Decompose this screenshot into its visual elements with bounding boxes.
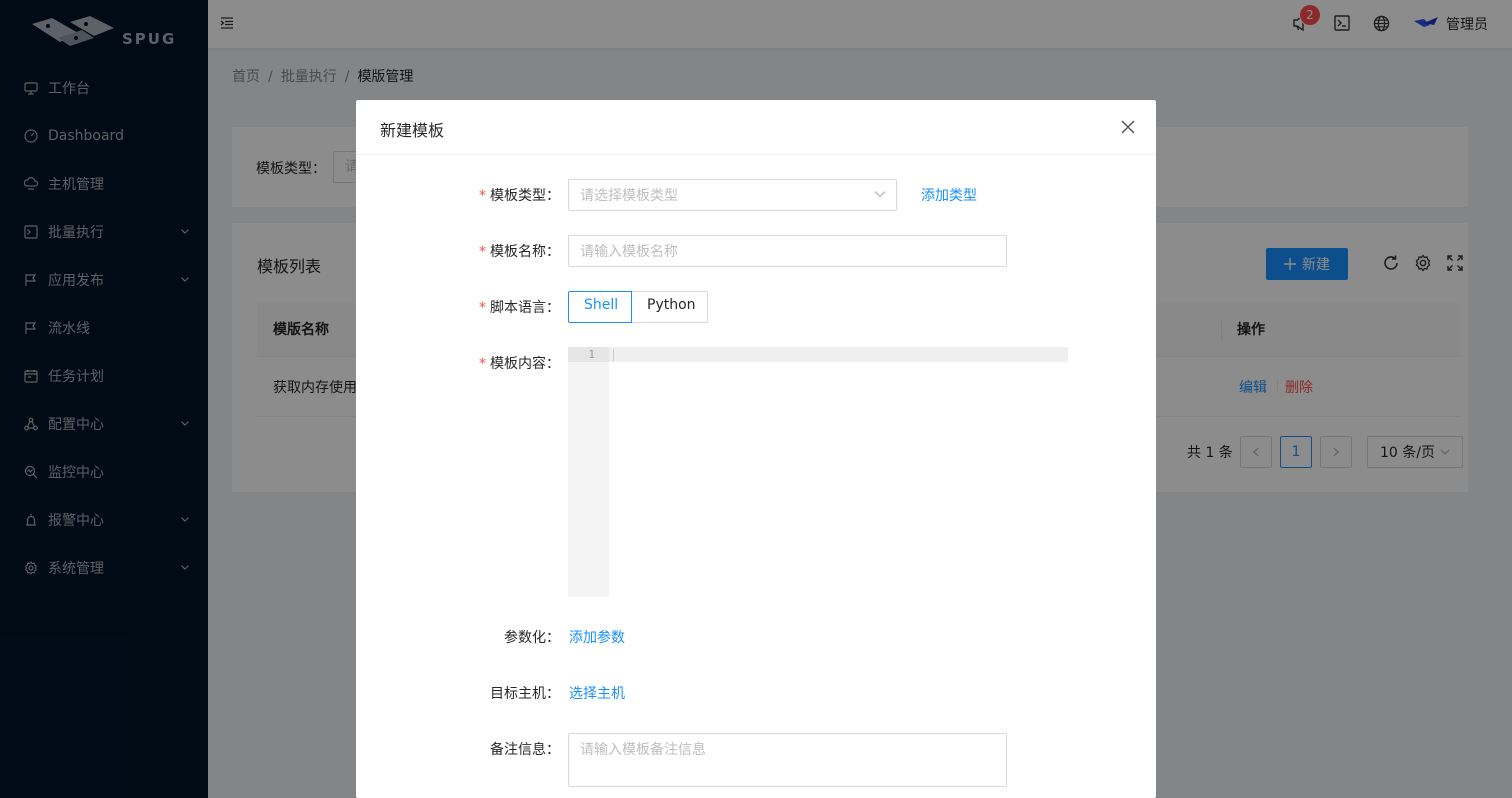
content-label-text: 模板内容: [490, 356, 546, 372]
lang-label: * 脚本语言：: [479, 300, 560, 316]
name-label: * 模板名称：: [479, 244, 560, 260]
select-host-link[interactable]: 选择主机: [569, 683, 625, 703]
type-label-text: 模板类型: [490, 188, 546, 204]
content-label: * 模板内容：: [479, 356, 560, 372]
hosts-label: 目标主机：: [490, 686, 560, 702]
add-param-link[interactable]: 添加参数: [569, 627, 625, 647]
desc-label: 备注信息：: [490, 742, 560, 758]
modal-title: 新建模板: [356, 100, 1156, 155]
desc-label-text: 备注信息: [490, 742, 546, 758]
lang-label-text: 脚本语言: [490, 300, 546, 316]
editor-cursor: [613, 349, 614, 361]
params-label: 参数化：: [504, 630, 560, 646]
required-mark: *: [479, 356, 486, 372]
close-icon[interactable]: [1120, 119, 1136, 135]
required-mark: *: [479, 300, 486, 316]
line-number: 1: [588, 348, 595, 361]
type-select-placeholder: 请选择模板类型: [580, 188, 678, 204]
editor-active-line: [568, 347, 1068, 362]
template-type-select[interactable]: 请选择模板类型: [568, 179, 897, 211]
required-mark: *: [479, 188, 486, 204]
params-label-text: 参数化: [504, 630, 546, 646]
hosts-label-text: 目标主机: [490, 686, 546, 702]
lang-radio-shell[interactable]: Shell: [568, 291, 632, 323]
code-editor[interactable]: 1: [568, 347, 1068, 597]
template-name-input[interactable]: 请输入模板名称: [568, 235, 1007, 267]
desc-textarea[interactable]: 请输入模板备注信息: [568, 733, 1007, 787]
editor-gutter: [568, 347, 609, 597]
type-label: * 模板类型：: [479, 188, 560, 204]
name-label-text: 模板名称: [490, 244, 546, 260]
required-mark: *: [479, 244, 486, 260]
lang-radio-python[interactable]: Python: [631, 291, 708, 323]
add-type-link[interactable]: 添加类型: [921, 185, 977, 205]
chevron-down-icon: [874, 191, 886, 198]
new-template-modal: 新建模板 * 模板类型： 请选择模板类型 添加类型 * 模板名称： 请输入模板名称 …: [356, 100, 1156, 798]
